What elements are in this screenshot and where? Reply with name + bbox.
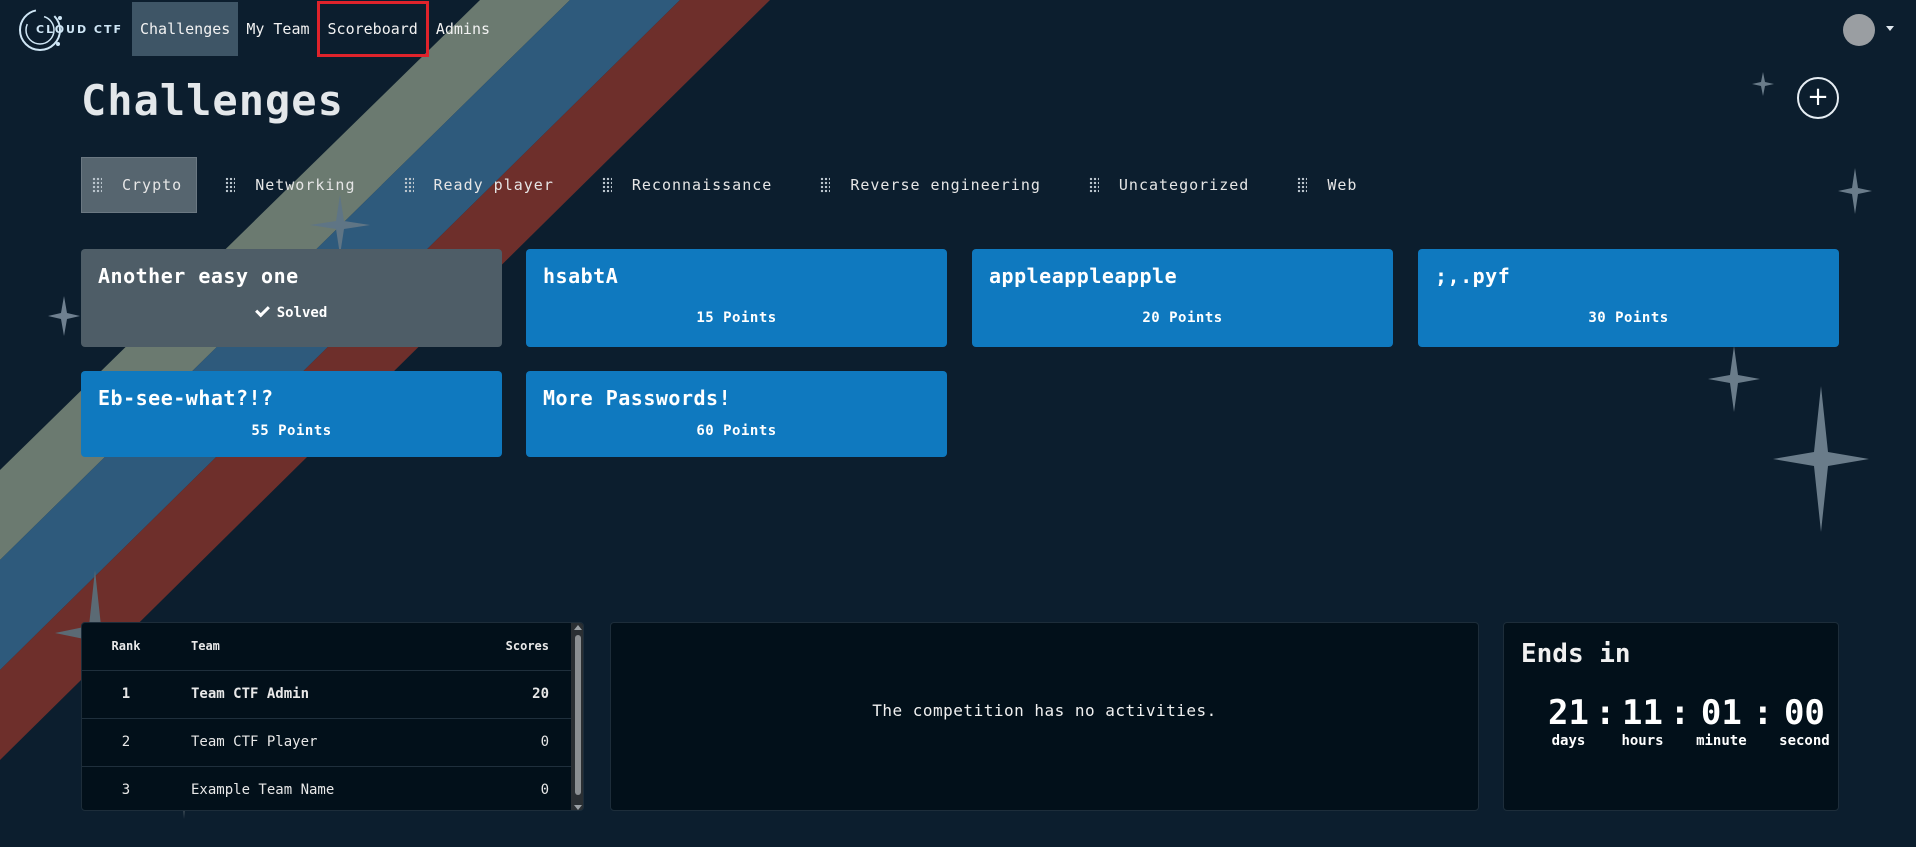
team-header: Team bbox=[191, 639, 220, 653]
countdown-seconds: 00 second bbox=[1779, 693, 1830, 749]
table-row[interactable]: 2 Team CTF Player 0 bbox=[82, 719, 571, 767]
challenge-title: appleappleapple bbox=[989, 264, 1178, 288]
rank-cell: 1 bbox=[121, 686, 131, 702]
challenge-card[interactable]: Another easy one Solved bbox=[81, 249, 502, 347]
drag-handle-icon[interactable] bbox=[403, 177, 414, 193]
countdown-separator: : bbox=[1669, 693, 1691, 733]
solved-status: Solved bbox=[81, 302, 502, 321]
tab-web[interactable]: Web bbox=[1287, 157, 1371, 213]
scores-header: Scores bbox=[505, 639, 549, 653]
challenge-card[interactable]: hsabtA 15 Points bbox=[526, 249, 947, 347]
minutes-value: 01 bbox=[1700, 693, 1742, 733]
tab-label: Crypto bbox=[122, 176, 183, 194]
tab-label: Uncategorized bbox=[1118, 176, 1250, 194]
user-menu-caret-icon[interactable] bbox=[1886, 26, 1894, 31]
challenge-title: More Passwords! bbox=[543, 386, 732, 410]
nav-admins-link[interactable]: Admins bbox=[428, 2, 498, 56]
challenge-points: 60 Points bbox=[696, 423, 777, 439]
countdown-separator: : bbox=[1594, 693, 1616, 733]
score-cell: 0 bbox=[540, 782, 549, 798]
tab-ready-player[interactable]: Ready player bbox=[394, 157, 568, 213]
challenge-title: ;,.pyf bbox=[1435, 264, 1511, 288]
challenge-points: 15 Points bbox=[696, 310, 777, 326]
check-icon bbox=[254, 302, 270, 318]
challenge-title: hsabtA bbox=[543, 264, 619, 288]
drag-handle-icon[interactable] bbox=[92, 177, 102, 193]
nav-challenges-link[interactable]: Challenges bbox=[132, 2, 239, 56]
challenge-title: Eb-see-what?!? bbox=[98, 386, 274, 410]
drag-handle-icon[interactable] bbox=[1088, 177, 1099, 193]
tab-uncategorized[interactable]: Uncategorized bbox=[1079, 157, 1263, 213]
sparkle-decoration bbox=[1752, 72, 1774, 96]
scroll-up-icon[interactable] bbox=[574, 625, 582, 630]
countdown-panel: Ends in 21 days : 11 hours : 01 minute :… bbox=[1503, 622, 1839, 811]
sparkle-decoration bbox=[1773, 386, 1869, 532]
table-header: Rank Team Scores bbox=[82, 623, 571, 671]
tab-label: Web bbox=[1327, 176, 1358, 194]
drag-handle-icon[interactable] bbox=[225, 177, 236, 193]
score-cell: 20 bbox=[532, 686, 549, 702]
tab-label: Reverse engineering bbox=[850, 176, 1041, 194]
scoreboard-panel: Rank Team Scores 1 Team CTF Admin 20 2 T… bbox=[81, 622, 584, 811]
hours-value: 11 bbox=[1622, 693, 1663, 733]
tab-label: Reconnaissance bbox=[631, 176, 773, 194]
minutes-label: minute bbox=[1696, 733, 1747, 749]
hours-label: hours bbox=[1621, 733, 1664, 749]
tab-reverse-engineering[interactable]: Reverse engineering bbox=[810, 157, 1055, 213]
rank-cell: 3 bbox=[121, 782, 131, 798]
tab-reconnaissance[interactable]: Reconnaissance bbox=[592, 157, 786, 213]
rank-header: Rank bbox=[111, 639, 141, 653]
days-label: days bbox=[1551, 733, 1586, 749]
table-row[interactable]: 1 Team CTF Admin 20 bbox=[82, 671, 571, 719]
scrollbar-thumb[interactable] bbox=[575, 635, 581, 795]
nav-links: Challenges My Team Scoreboard Admins bbox=[132, 1, 498, 57]
countdown-values: 21 days : 11 hours : 01 minute : 00 seco… bbox=[1548, 693, 1830, 749]
days-value: 21 bbox=[1548, 693, 1589, 733]
drag-handle-icon[interactable] bbox=[601, 177, 612, 193]
challenge-card[interactable]: Eb-see-what?!? 55 Points bbox=[81, 371, 502, 457]
drag-handle-icon[interactable] bbox=[820, 177, 831, 193]
team-cell[interactable]: Team CTF Admin bbox=[191, 686, 309, 702]
challenge-title: Another easy one bbox=[98, 264, 299, 288]
table-row[interactable]: 3 Example Team Name 0 bbox=[82, 767, 571, 810]
challenge-points: 30 Points bbox=[1588, 310, 1669, 326]
tab-networking[interactable]: Networking bbox=[215, 157, 369, 213]
team-cell[interactable]: Example Team Name bbox=[191, 782, 334, 798]
add-challenge-button[interactable]: + bbox=[1797, 77, 1839, 119]
sparkle-decoration bbox=[1708, 346, 1760, 412]
countdown-separator: : bbox=[1752, 693, 1774, 733]
seconds-value: 00 bbox=[1783, 693, 1825, 733]
activity-panel: The competition has no activities. bbox=[610, 622, 1479, 811]
seconds-label: second bbox=[1779, 733, 1830, 749]
challenge-card[interactable]: More Passwords! 60 Points bbox=[526, 371, 947, 457]
tab-label: Ready player bbox=[433, 176, 554, 194]
tab-label: Networking bbox=[255, 176, 356, 194]
brand-name: CLOUD CTF bbox=[36, 23, 124, 36]
challenge-points: 55 Points bbox=[251, 423, 332, 439]
scoreboard-scrollbar[interactable] bbox=[571, 623, 583, 810]
solved-label: Solved bbox=[276, 305, 328, 321]
countdown-hours: 11 hours bbox=[1621, 693, 1663, 749]
nav-my-team-link[interactable]: My Team bbox=[238, 2, 317, 56]
countdown-title: Ends in bbox=[1521, 639, 1631, 669]
countdown-minutes: 01 minute bbox=[1696, 693, 1747, 749]
challenge-card[interactable]: appleappleapple 20 Points bbox=[972, 249, 1393, 347]
user-avatar[interactable] bbox=[1843, 14, 1875, 46]
sparkle-decoration bbox=[48, 296, 80, 336]
rank-cell: 2 bbox=[121, 734, 131, 750]
team-cell[interactable]: Team CTF Player bbox=[191, 734, 317, 750]
sparkle-decoration bbox=[1838, 168, 1872, 214]
page-title: Challenges bbox=[81, 76, 344, 125]
countdown-days: 21 days bbox=[1548, 693, 1589, 749]
challenge-points: 20 Points bbox=[1142, 310, 1223, 326]
scroll-down-icon[interactable] bbox=[574, 805, 582, 810]
challenge-card[interactable]: ;,.pyf 30 Points bbox=[1418, 249, 1839, 347]
category-tabs: Crypto Networking Ready player Reconnais… bbox=[81, 157, 1395, 213]
nav-scoreboard-link[interactable]: Scoreboard bbox=[316, 1, 429, 57]
activity-message: The competition has no activities. bbox=[872, 701, 1217, 720]
score-cell: 0 bbox=[540, 734, 549, 750]
tab-crypto[interactable]: Crypto bbox=[81, 157, 198, 213]
top-navbar: CLOUD CTF Challenges My Team Scoreboard … bbox=[0, 0, 1916, 58]
drag-handle-icon[interactable] bbox=[1297, 177, 1308, 193]
